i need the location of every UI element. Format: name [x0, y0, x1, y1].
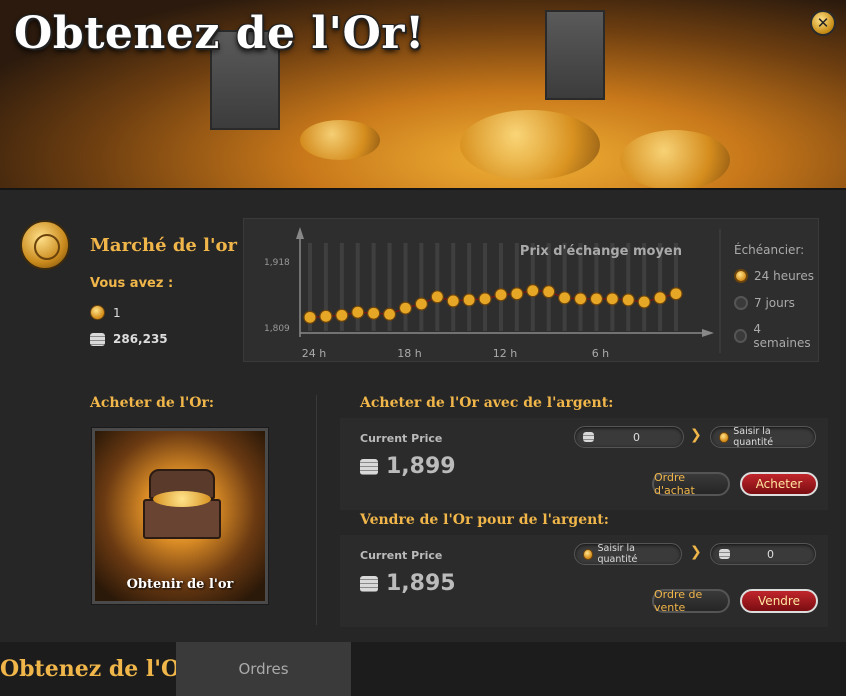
- sell-price-label: Current Price: [360, 549, 443, 562]
- timeline-option-7d[interactable]: 7 jours: [734, 296, 795, 310]
- silver-receive-field[interactable]: 0: [710, 543, 816, 565]
- close-button[interactable]: ✕: [810, 10, 836, 36]
- price-point: [335, 308, 349, 322]
- buy-price-label: Current Price: [360, 432, 443, 445]
- sell-price: 1,895: [360, 571, 456, 596]
- sell-quantity-placeholder: Saisir la quantité: [597, 543, 638, 565]
- you-have-label: Vous avez :: [90, 276, 174, 291]
- y-tick-label: 1,918: [264, 258, 290, 268]
- price-point: [526, 284, 540, 298]
- x-tick-label: 12 h: [493, 347, 517, 360]
- timeline-option-label: 4 semaines: [753, 322, 811, 350]
- buy-section-title: Acheter de l'Or:: [90, 395, 215, 411]
- page-title: Obtenez de l'Or!: [14, 8, 425, 59]
- buy-quantity-input[interactable]: Saisir la quantité: [710, 426, 816, 448]
- price-point: [494, 288, 508, 302]
- section-divider: [316, 395, 317, 625]
- close-icon: ✕: [816, 14, 830, 32]
- silver-coins-icon: [719, 549, 730, 559]
- tab-get-gold[interactable]: Obtenez de l'Or: [0, 642, 192, 696]
- buy-quantity-placeholder: Saisir la quantité: [733, 426, 774, 448]
- silver-cost-field[interactable]: 0: [574, 426, 684, 448]
- buy-price-value: 1,899: [386, 454, 456, 479]
- silver-coins-icon: [360, 575, 378, 592]
- sell-price-value: 1,895: [386, 571, 456, 596]
- market-title: Marché de l'or: [90, 235, 237, 256]
- price-point: [542, 285, 556, 299]
- arrow-right-icon: ❯: [690, 427, 702, 443]
- price-point: [478, 292, 492, 306]
- x-tick-label: 6 h: [592, 347, 609, 360]
- timeline-option-24h[interactable]: 24 heures: [734, 269, 814, 283]
- price-point: [430, 290, 444, 304]
- silver-coins-icon: [90, 332, 105, 346]
- coin-pile: [300, 120, 380, 160]
- price-point: [398, 301, 413, 315]
- price-point: [382, 307, 397, 321]
- buy-panel: Current Price 1,899 0 ❯ Saisir la quanti…: [340, 418, 828, 510]
- buy-order-button[interactable]: Ordre d'achat: [652, 471, 730, 497]
- coin-pile: [620, 130, 730, 188]
- timeline-label: Échéancier:: [734, 243, 805, 257]
- silver-amount: 286,235: [113, 332, 168, 346]
- gold-coin-icon: [583, 548, 594, 560]
- gold-coin-emblem-icon: [20, 220, 70, 270]
- price-point: [621, 293, 635, 307]
- timeline-option-label: 7 jours: [754, 296, 795, 310]
- timeline-option-4w[interactable]: 4 semaines: [734, 322, 818, 350]
- price-point: [303, 310, 317, 324]
- get-gold-label: Obtenir de l'or: [126, 577, 234, 592]
- radio-icon: [734, 296, 748, 310]
- gold-coin-icon: [719, 431, 730, 443]
- chart-title: Prix d'échange moyen: [520, 244, 682, 259]
- sell-section-title: Vendre de l'Or pour de l'argent:: [360, 512, 609, 528]
- price-point: [446, 294, 460, 308]
- gold-balance: 1: [90, 305, 121, 320]
- price-point: [653, 291, 667, 305]
- price-point: [351, 305, 365, 319]
- buy-with-silver-title: Acheter de l'Or avec de l'argent:: [360, 395, 614, 411]
- price-point: [558, 291, 572, 305]
- price-point: [319, 309, 333, 323]
- radio-selected-icon: [734, 269, 748, 283]
- tab-orders[interactable]: Ordres: [176, 642, 351, 696]
- stone-pillar-right: [545, 10, 605, 100]
- price-point: [462, 293, 476, 307]
- arrow-right-icon: ❯: [690, 544, 702, 560]
- x-tick-label: 24 h: [302, 347, 326, 360]
- y-tick-label: 1,809: [264, 324, 290, 334]
- radio-icon: [734, 329, 748, 343]
- y-axis-arrow: [296, 227, 304, 239]
- header-banner: Obtenez de l'Or! ✕: [0, 0, 846, 190]
- price-point: [573, 292, 588, 306]
- x-axis-arrow: [702, 329, 714, 337]
- price-chart-panel: Prix d'échange moyen 1,918 1,809 24 h 18 h…: [243, 218, 819, 362]
- silver-cost-value: 0: [633, 430, 640, 444]
- treasure-chest-icon: [143, 469, 221, 539]
- price-point: [510, 287, 524, 301]
- sell-panel: Current Price 1,895 Saisir la quantité ❯…: [340, 535, 828, 627]
- silver-coins-icon: [360, 458, 378, 475]
- price-point: [589, 292, 604, 306]
- price-line: [309, 289, 677, 319]
- price-point: [637, 295, 651, 309]
- buy-button[interactable]: Acheter: [740, 472, 818, 496]
- silver-receive-value: 0: [767, 547, 774, 561]
- buy-price: 1,899: [360, 454, 456, 479]
- timeline-option-label: 24 heures: [754, 269, 814, 283]
- price-point: [367, 306, 381, 320]
- silver-coins-icon: [583, 432, 594, 442]
- price-point: [414, 297, 428, 311]
- sell-quantity-input[interactable]: Saisir la quantité: [574, 543, 682, 565]
- gold-coin-icon: [90, 305, 105, 320]
- sell-order-button[interactable]: Ordre de vente: [652, 588, 730, 614]
- get-gold-card[interactable]: Obtenir de l'or: [91, 427, 269, 605]
- gold-amount: 1: [113, 305, 121, 320]
- silver-balance: 286,235: [90, 332, 168, 346]
- coin-pile: [460, 110, 600, 180]
- price-point: [605, 292, 619, 306]
- x-tick-label: 18 h: [397, 347, 421, 360]
- sell-button[interactable]: Vendre: [740, 589, 818, 613]
- price-point: [669, 287, 683, 301]
